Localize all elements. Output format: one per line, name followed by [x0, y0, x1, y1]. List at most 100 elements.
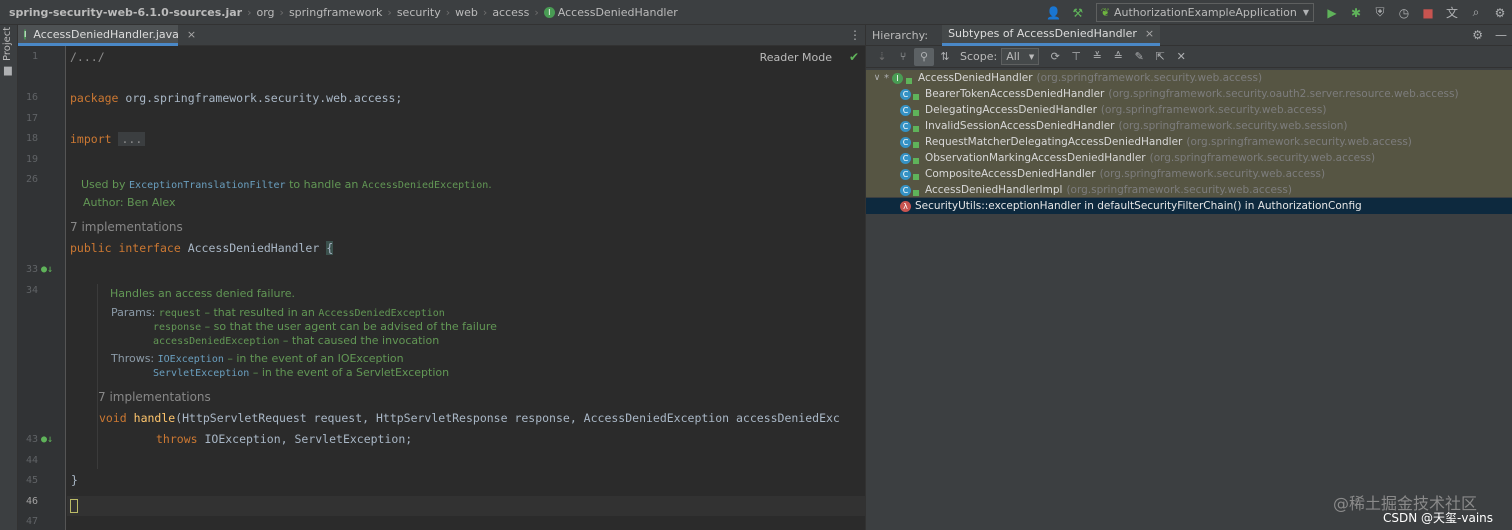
pin-icon[interactable]: ✎	[1129, 48, 1149, 66]
editor-tab-bar: I AccessDeniedHandler.java × ⋮	[18, 25, 865, 46]
tree-item-name: AccessDeniedHandlerImpl	[925, 184, 1063, 196]
tree-item[interactable]: C InvalidSessionAccessDeniedHandler (org…	[866, 118, 1512, 134]
breadcrumb-separator: ›	[445, 5, 451, 19]
user-icon[interactable]: 👤	[1044, 3, 1064, 23]
gear-icon[interactable]: ⚙	[1472, 28, 1483, 42]
stop-icon[interactable]: ■	[1418, 3, 1438, 23]
breadcrumb-jar[interactable]: spring-security-web-6.1.0-sources.jar	[9, 6, 242, 19]
tree-item-name: CompositeAccessDeniedHandler	[925, 168, 1096, 180]
doc-link[interactable]: ServletException	[153, 368, 249, 379]
type-hierarchy-icon[interactable]: ⇣	[872, 48, 892, 66]
tree-item-package: (org.springframework.security.web.access…	[1186, 136, 1412, 148]
translate-icon[interactable]: 文	[1442, 3, 1462, 23]
coverage-icon[interactable]: ⛨	[1370, 3, 1390, 23]
profile-icon[interactable]: ◷	[1394, 3, 1414, 23]
search-icon[interactable]: ⌕	[1466, 3, 1486, 23]
indent-guide	[97, 284, 98, 469]
package-declaration: package org.springframework.security.web…	[70, 91, 402, 105]
doc-link[interactable]: ExceptionTranslationFilter	[129, 180, 286, 191]
method-javadoc-param2: response – so that the user agent can be…	[153, 320, 497, 333]
close-icon[interactable]: ×	[187, 28, 196, 41]
tree-item-name: BearerTokenAccessDeniedHandler	[925, 88, 1105, 100]
breadcrumb-separator: ›	[387, 5, 392, 19]
chevron-down-icon[interactable]: ∨	[870, 73, 884, 83]
filter-icon[interactable]: ⊤	[1066, 48, 1086, 66]
class-icon: C	[900, 168, 911, 180]
breadcrumb-springframework[interactable]: springframework	[289, 6, 382, 19]
import-fold[interactable]: ...	[118, 132, 146, 146]
scope-dropdown[interactable]: All ▼	[1001, 48, 1040, 65]
tree-root-item[interactable]: ∨ * I AccessDeniedHandler (org.springfra…	[866, 70, 1512, 86]
hierarchy-title: Hierarchy:	[872, 28, 929, 42]
tree-item[interactable]: C DelegatingAccessDeniedHandler (org.spr…	[866, 102, 1512, 118]
toolbar-right: 👤 ⚒ ❦ AuthorizationExampleApplication ▼ …	[1042, 0, 1512, 25]
supertypes-hierarchy-icon[interactable]: ⑂	[893, 48, 913, 66]
public-icon	[913, 126, 919, 132]
breadcrumb-org[interactable]: org	[256, 6, 274, 19]
close-icon[interactable]: ✕	[1171, 48, 1191, 66]
watermark-csdn: CSDN @天玺-vains	[1383, 511, 1494, 525]
refresh-icon[interactable]: ⟳	[1045, 48, 1065, 66]
tree-item-name: DelegatingAccessDeniedHandler	[925, 104, 1097, 116]
method-javadoc-param1: Params: request – that resulted in an Ac…	[111, 306, 445, 319]
class-icon: C	[900, 184, 911, 196]
tree-item[interactable]: C RequestMatcherDelegatingAccessDeniedHa…	[866, 134, 1512, 150]
folded-header[interactable]: /.../	[70, 50, 105, 64]
tree-item-selected-lambda[interactable]: λ SecurityUtils::exceptionHandler in def…	[866, 198, 1512, 214]
method-implementations-hint[interactable]: 7 implementations	[98, 390, 211, 404]
tab-subtypes[interactable]: Subtypes of AccessDeniedHandler ×	[942, 24, 1161, 46]
project-tool-window-button[interactable]: Project	[2, 27, 13, 61]
expand-all-icon[interactable]: ≚	[1087, 48, 1107, 66]
tree-item[interactable]: C AccessDeniedHandlerImpl (org.springfra…	[866, 182, 1512, 198]
collapse-all-icon[interactable]: ≙	[1108, 48, 1128, 66]
class-icon: C	[900, 88, 911, 100]
tree-item-package: (org.springframework.security.web.access…	[1099, 168, 1326, 180]
public-icon	[913, 158, 919, 164]
hierarchy-tab-label: Subtypes of AccessDeniedHandler	[948, 27, 1137, 40]
subtypes-hierarchy-icon[interactable]: ⚲	[914, 47, 934, 66]
throws-keyword: throws	[156, 432, 198, 446]
doc-text: .	[488, 178, 492, 191]
doc-link[interactable]: IOException	[158, 354, 224, 365]
doc-text: – in the event of a ServletException	[249, 366, 450, 379]
hierarchy-toolbar: ⇣ ⑂ ⚲ ⇅ Scope: All ▼ ⟳ ⊤ ≚ ≙ ✎ ⇱ ✕	[866, 46, 1512, 68]
open-brace: {	[326, 241, 334, 255]
doc-label: Throws:	[111, 352, 155, 365]
close-icon[interactable]: ×	[1145, 27, 1154, 40]
navigation-bar: spring-security-web-6.1.0-sources.jar › …	[0, 0, 1512, 25]
tab-label: AccessDeniedHandler.java	[33, 27, 179, 41]
settings-icon[interactable]: ⚙	[1490, 3, 1510, 23]
class-implementations-hint[interactable]: 7 implementations	[70, 220, 183, 234]
tree-item-package: (org.springframework.security.web.sessio…	[1118, 120, 1348, 132]
tree-item[interactable]: C ObservationMarkingAccessDeniedHandler …	[866, 150, 1512, 166]
tree-item-package: (org.springframework.security.oauth2.ser…	[1108, 88, 1459, 100]
implemented-gutter-icon[interactable]: ●↓	[41, 434, 53, 445]
run-icon[interactable]: ▶	[1322, 3, 1342, 23]
breadcrumb-web[interactable]: web	[455, 6, 478, 19]
folder-icon[interactable]: ▆	[4, 65, 12, 76]
more-vertical-icon[interactable]: ⋮	[849, 28, 861, 42]
package-keyword: package	[70, 91, 119, 105]
base-marker-icon: *	[884, 72, 889, 84]
method-throws-clause: throws IOException, ServletException;	[156, 432, 412, 446]
build-hammer-icon[interactable]: ⚒	[1068, 3, 1088, 23]
doc-code: AccessDeniedException	[361, 180, 489, 191]
open-in-editor-icon[interactable]: ⇱	[1150, 48, 1170, 66]
run-configuration-dropdown[interactable]: ❦ AuthorizationExampleApplication ▼	[1095, 3, 1314, 22]
breadcrumb-access[interactable]: access	[492, 6, 529, 19]
class-javadoc-author: Author: Ben Alex	[83, 196, 176, 209]
tab-accessdeniedhandler[interactable]: I AccessDeniedHandler.java ×	[18, 25, 196, 46]
minimize-icon[interactable]: —	[1495, 28, 1507, 42]
sort-alphabetically-icon[interactable]: ⇅	[935, 48, 955, 66]
method-javadoc-throws1: Throws: IOException – in the event of an…	[111, 352, 404, 365]
tree-item[interactable]: C BearerTokenAccessDeniedHandler (org.sp…	[866, 86, 1512, 102]
debug-icon[interactable]: ✱	[1346, 3, 1366, 23]
breadcrumb-security[interactable]: security	[397, 6, 441, 19]
breadcrumb-accessdeniedhandler[interactable]: AccessDeniedHandler	[558, 6, 678, 19]
method-params: (HttpServletRequest request, HttpServlet…	[175, 411, 840, 425]
doc-text: to handle an	[285, 178, 362, 191]
implemented-gutter-icon[interactable]: ●↓	[41, 264, 53, 275]
reader-mode-button[interactable]: Reader Mode	[760, 51, 832, 64]
tree-item[interactable]: C CompositeAccessDeniedHandler (org.spri…	[866, 166, 1512, 182]
line-number: 33	[25, 264, 38, 275]
